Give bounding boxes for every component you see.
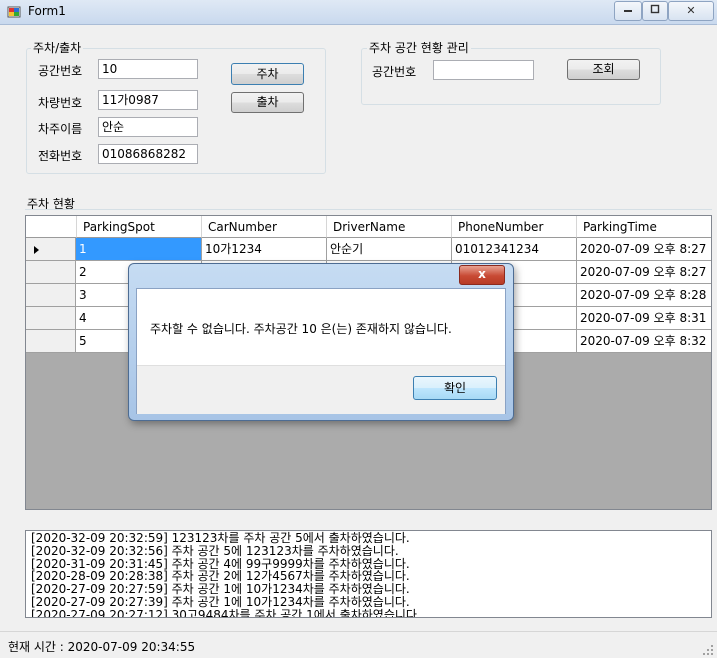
exit-button[interactable]: 출차	[231, 92, 304, 113]
row-header[interactable]	[26, 330, 76, 353]
window-close-button[interactable]: ✕	[668, 1, 714, 21]
log-entry[interactable]: [2020-27-09 20:27:12] 30고9484차를 주차 공간 1에…	[31, 608, 706, 617]
column-header-phonenumber[interactable]: PhoneNumber	[452, 216, 577, 238]
row-header[interactable]	[26, 284, 76, 307]
status-bar: 현재 시간 : 2020-07-09 20:34:55	[0, 631, 717, 658]
log-entry[interactable]: [2020-27-09 20:27:39] 주차 공간 1에 10가1234차를…	[31, 596, 706, 609]
phone-number-input[interactable]: 01086868282	[98, 144, 198, 164]
ok-button[interactable]: 확인	[413, 376, 497, 400]
driver-name-label: 차주이름	[38, 122, 83, 136]
message-dialog: x 주차할 수 없습니다. 주차공간 10 은(는) 존재하지 않습니다. 확인	[128, 263, 514, 421]
row-header[interactable]	[26, 238, 76, 261]
space-number-label: 공간번호	[38, 64, 83, 78]
car-number-input[interactable]: 11가0987	[98, 90, 198, 110]
column-header-parkingspot[interactable]: ParkingSpot	[77, 216, 202, 238]
minimize-button[interactable]	[614, 1, 642, 21]
close-icon: ✕	[686, 4, 696, 17]
lookup-space-input[interactable]	[433, 60, 534, 80]
grid-cell[interactable]: 2020-07-09 오후 8:27	[577, 261, 711, 284]
search-button[interactable]: 조회	[567, 59, 640, 80]
column-header-drivername[interactable]: DriverName	[327, 216, 452, 238]
dialog-footer: 확인	[137, 365, 505, 414]
current-time-text: 현재 시간 : 2020-07-09 20:34:55	[8, 640, 196, 654]
row-header[interactable]	[26, 261, 76, 284]
phone-number-label: 전화번호	[38, 149, 83, 163]
grid-cell[interactable]: 1	[76, 238, 202, 261]
lookup-group-title: 주차 공간 현황 관리	[367, 39, 471, 56]
grid-cell[interactable]: 10가1234	[202, 238, 327, 261]
grid-cell[interactable]: 01012341234	[452, 238, 577, 261]
grid-divider	[25, 209, 712, 210]
minimize-icon	[624, 10, 632, 12]
grid-cell[interactable]: 안순기	[327, 238, 452, 261]
grid-corner-header[interactable]	[26, 216, 77, 238]
grid-cell[interactable]: 2020-07-09 오후 8:32	[577, 330, 711, 353]
window-title: Form1	[28, 4, 66, 18]
maximize-icon	[650, 4, 660, 14]
dialog-message: 주차할 수 없습니다. 주차공간 10 은(는) 존재하지 않습니다.	[150, 322, 452, 336]
dialog-close-button[interactable]: x	[459, 265, 505, 285]
app-icon	[7, 5, 21, 19]
current-row-arrow-icon	[34, 246, 39, 254]
grid-cell[interactable]: 2020-07-09 오후 8:31	[577, 307, 711, 330]
grid-cell[interactable]: 2020-07-09 오후 8:28	[577, 284, 711, 307]
column-header-carnumber[interactable]: CarNumber	[202, 216, 327, 238]
car-number-label: 차량번호	[38, 96, 83, 110]
log-entry[interactable]: [2020-32-09 20:32:59] 123123차를 주차 공간 5에서…	[31, 532, 706, 545]
row-header[interactable]	[26, 307, 76, 330]
log-list[interactable]: [2020-32-09 20:32:59] 123123차를 주차 공간 5에서…	[25, 530, 712, 618]
log-entry[interactable]: [2020-32-09 20:32:56] 주차 공간 5에 123123차를 …	[31, 544, 706, 558]
column-header-parkingtime[interactable]: ParkingTime	[577, 216, 711, 238]
dialog-body: 주차할 수 없습니다. 주차공간 10 은(는) 존재하지 않습니다. 확인	[136, 288, 506, 414]
resize-grip-icon[interactable]	[702, 644, 714, 656]
maximize-button[interactable]	[642, 1, 668, 21]
close-icon: x	[478, 267, 486, 281]
space-number-input[interactable]: 10	[98, 59, 198, 79]
grid-cell[interactable]: 2020-07-09 오후 8:27	[577, 238, 711, 261]
parking-group-title: 주차/출차	[31, 39, 84, 56]
driver-name-input[interactable]: 안순	[98, 117, 198, 137]
park-button[interactable]: 주차	[231, 63, 304, 85]
lookup-space-label: 공간번호	[372, 65, 417, 79]
window-title-bar[interactable]: Form1 ✕	[0, 0, 717, 25]
